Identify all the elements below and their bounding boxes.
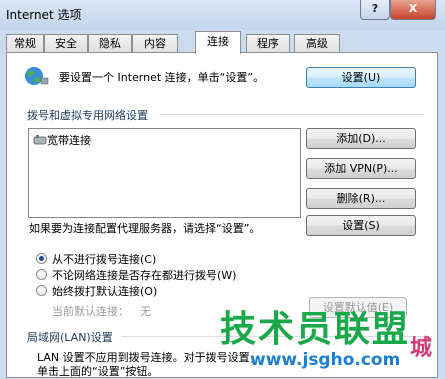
tab-advanced[interactable]: 高级 xyxy=(294,34,340,53)
radio-dial-whenever[interactable] xyxy=(36,269,47,280)
dialup-group-label: 拨号和虚拟专用网络设置 xyxy=(27,109,148,122)
list-item-label: 宽带连接 xyxy=(47,134,91,147)
tab-privacy[interactable]: 隐私 xyxy=(88,34,132,53)
window-title: Internet 选项 xyxy=(6,8,82,22)
add-button[interactable]: 添加(D)... xyxy=(306,128,416,149)
never-dial-label[interactable]: 从不进行拨号连接(C) xyxy=(52,251,156,267)
delete-button[interactable]: 删除(R)... xyxy=(306,188,416,209)
settings-button[interactable]: 设置(S) xyxy=(306,215,416,236)
globe-network-icon xyxy=(23,65,49,90)
radio-always-dial[interactable] xyxy=(36,285,47,296)
tab-programs[interactable]: 程序 xyxy=(246,34,290,53)
setup-text: 要设置一个 Internet 连接，单击“设置”。 xyxy=(59,71,265,84)
radio-never-dial[interactable] xyxy=(36,253,47,264)
tab-connections[interactable]: 连接 xyxy=(195,31,241,54)
tab-general[interactable]: 常规 xyxy=(6,34,44,53)
setup-button[interactable]: 设置(U) xyxy=(306,67,416,88)
title-bar: Internet 选项 ? X xyxy=(0,0,445,30)
watermark-logo: 技术员联盟 xyxy=(220,309,411,350)
tab-content[interactable]: 内容 xyxy=(132,34,178,53)
connection-list[interactable]: 宽带连接 xyxy=(28,128,301,218)
watermark-url: www.jsgho.com xyxy=(250,350,401,370)
current-default-label: 当前默认连接： xyxy=(52,305,129,318)
add-vpn-button[interactable]: 添加 VPN(P)... xyxy=(306,158,416,179)
watermark-side: 城 xyxy=(410,336,433,361)
current-default-value: 无 xyxy=(140,305,151,318)
always-dial-label[interactable]: 始终拨打默认连接(O) xyxy=(52,283,157,299)
group-divider xyxy=(159,114,424,115)
broadband-connection-icon xyxy=(33,134,47,149)
tab-security[interactable]: 安全 xyxy=(44,34,88,53)
lan-group-label: 局域网(LAN)设置 xyxy=(27,331,113,344)
lan-text-line2: 单击上面的“设置”按钮。 xyxy=(37,365,159,378)
proxy-text: 如果要为连接配置代理服务器，请选择“设置”。 xyxy=(29,222,261,235)
list-item[interactable]: 宽带连接 xyxy=(33,132,91,149)
help-button[interactable]: ? xyxy=(360,0,390,20)
dial-whenever-label[interactable]: 不论网络连接是否存在都进行拨号(W) xyxy=(52,267,236,283)
close-button[interactable]: X xyxy=(390,0,436,20)
